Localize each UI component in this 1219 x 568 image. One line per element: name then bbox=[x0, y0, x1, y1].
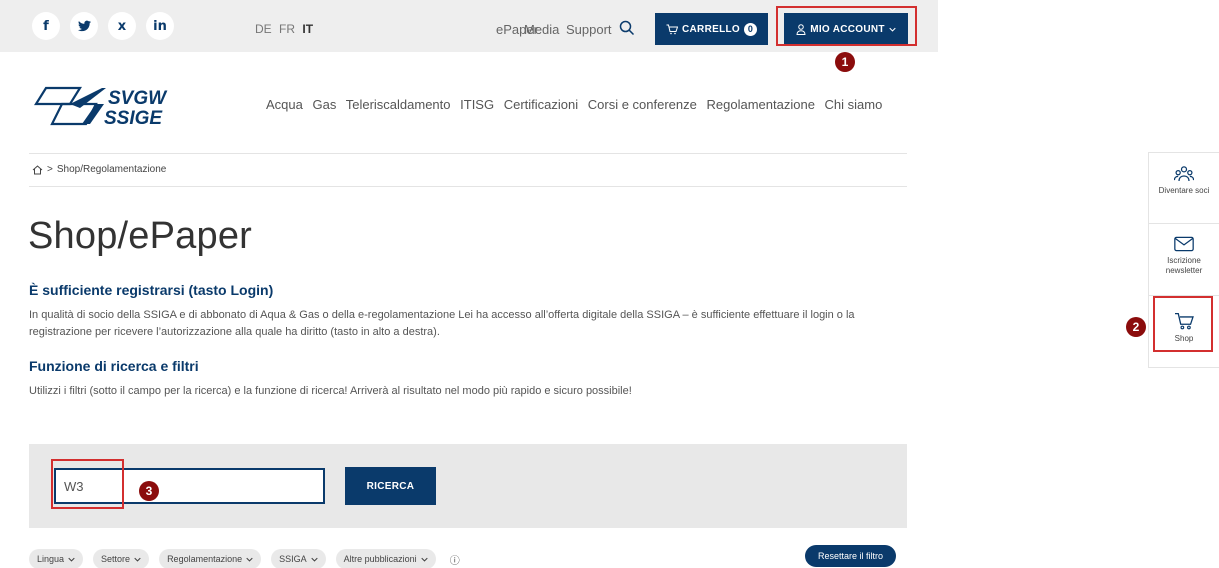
media-link[interactable]: Media bbox=[524, 22, 559, 37]
cart-label: CARRELLO bbox=[682, 23, 740, 35]
nav-item-teleriscaldamento[interactable]: Teleriscaldamento bbox=[346, 97, 451, 112]
envelope-icon bbox=[1174, 236, 1194, 252]
rail-label-become-member: Diventare soci bbox=[1158, 186, 1210, 195]
linkedin-icon[interactable]: in bbox=[146, 12, 174, 40]
main-navigation: Acqua Gas Teleriscaldamento ITISG Certif… bbox=[266, 97, 888, 112]
xing-icon[interactable]: x bbox=[108, 12, 136, 40]
twitter-icon[interactable] bbox=[70, 12, 98, 40]
section-heading-search: Funzione di ricerca e filtri bbox=[29, 358, 199, 374]
svgw-ssige-logo[interactable]: SVGW SSIGE bbox=[32, 78, 172, 130]
nav-item-chi-siamo[interactable]: Chi siamo bbox=[825, 97, 883, 112]
divider bbox=[29, 186, 907, 187]
annotation-marker-1: 1 bbox=[835, 52, 855, 72]
rail-item-newsletter[interactable]: Iscrizione newsletter bbox=[1148, 224, 1219, 296]
highlight-box-search bbox=[51, 459, 124, 509]
reset-filter-button[interactable]: Resettare il filtro bbox=[805, 545, 896, 567]
chevron-down-icon bbox=[246, 557, 253, 562]
support-link[interactable]: Support bbox=[566, 22, 612, 37]
filter-lingua[interactable]: Lingua bbox=[29, 549, 84, 568]
logo-text-line1: SVGW bbox=[108, 88, 168, 109]
lang-de[interactable]: DE bbox=[255, 22, 272, 36]
cart-button[interactable]: CARRELLO 0 bbox=[655, 13, 768, 45]
chevron-down-icon bbox=[421, 557, 428, 562]
highlight-box-shop bbox=[1153, 296, 1213, 352]
breadcrumb-separator: > bbox=[47, 164, 53, 175]
search-icon[interactable] bbox=[619, 20, 635, 36]
breadcrumb-current: Shop/Regolamentazione bbox=[56, 164, 167, 175]
divider bbox=[29, 153, 907, 154]
info-icon[interactable]: ⓘ bbox=[450, 552, 460, 567]
rail-item-become-member[interactable]: Diventare soci bbox=[1148, 152, 1219, 224]
filter-ssiga[interactable]: SSIGA bbox=[271, 549, 326, 568]
page-title: Shop/ePaper bbox=[28, 215, 253, 257]
breadcrumb: > Shop/Regolamentazione bbox=[32, 164, 166, 175]
filter-settore[interactable]: Settore bbox=[93, 549, 150, 568]
lang-it[interactable]: IT bbox=[302, 22, 313, 36]
cart-count-badge: 0 bbox=[743, 22, 757, 36]
chevron-down-icon bbox=[310, 557, 318, 562]
lang-fr[interactable]: FR bbox=[279, 22, 295, 36]
section-text-login: In qualità di socio della SSIGA e di abb… bbox=[29, 309, 855, 338]
nav-item-acqua[interactable]: Acqua bbox=[266, 97, 303, 112]
nav-item-corsi[interactable]: Corsi e conferenze bbox=[588, 97, 697, 112]
highlight-box-account bbox=[776, 6, 917, 46]
filter-altre-pubblicazioni[interactable]: Altre pubblicazioni bbox=[335, 549, 436, 568]
chevron-down-icon bbox=[134, 557, 141, 562]
filter-regolamentazione[interactable]: Regolamentazione bbox=[159, 549, 262, 568]
nav-item-gas[interactable]: Gas bbox=[313, 97, 337, 112]
nav-item-regolamentazione[interactable]: Regolamentazione bbox=[707, 97, 815, 112]
home-icon[interactable] bbox=[32, 164, 43, 175]
nav-item-certificazioni[interactable]: Certificazioni bbox=[504, 97, 578, 112]
cart-icon bbox=[666, 24, 679, 34]
members-icon bbox=[1174, 166, 1194, 182]
logo-text-line2: SSIGE bbox=[104, 108, 163, 129]
facebook-icon[interactable]: f bbox=[32, 12, 60, 40]
annotation-marker-3: 3 bbox=[139, 481, 159, 501]
search-button[interactable]: RICERCA bbox=[345, 467, 436, 505]
annotation-marker-2: 2 bbox=[1126, 317, 1146, 337]
section-text-search: Utilizzi i filtri (sotto il campo per la… bbox=[29, 385, 632, 397]
language-switcher: DE FR IT bbox=[255, 22, 317, 36]
section-heading-login: È sufficiente registrarsi (tasto Login) bbox=[29, 282, 274, 298]
rail-label-newsletter: Iscrizione newsletter bbox=[1165, 256, 1203, 275]
filter-bar: Lingua Settore Regolamentazione SSIGA Al… bbox=[29, 549, 460, 568]
chevron-down-icon bbox=[68, 557, 75, 562]
nav-item-itisg[interactable]: ITISG bbox=[460, 97, 494, 112]
